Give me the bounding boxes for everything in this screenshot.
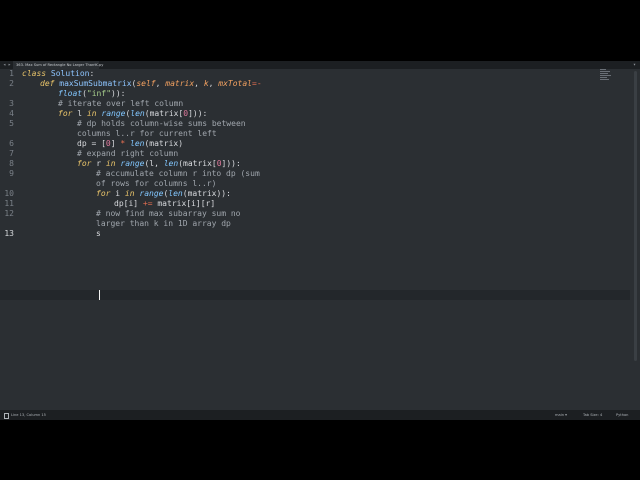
line-number: 2 bbox=[9, 79, 14, 88]
code-line: # dp holds column-wise sums between bbox=[77, 119, 246, 128]
panel-icon[interactable] bbox=[4, 413, 9, 419]
minimap[interactable] bbox=[600, 69, 614, 89]
cursor-position: Line 13, Column 15 bbox=[11, 413, 46, 417]
close-icon[interactable]: × bbox=[94, 61, 96, 69]
line-number: 8 bbox=[9, 159, 14, 168]
line-number: 11 bbox=[4, 199, 14, 208]
line-number: 9 bbox=[9, 169, 14, 178]
syntax-indicator[interactable]: Python bbox=[616, 410, 628, 420]
tab-nav-right-icon[interactable]: ▸ bbox=[8, 61, 11, 69]
line-number: 3 bbox=[9, 99, 14, 108]
text-caret bbox=[99, 290, 100, 300]
code-line: class Solution: bbox=[22, 69, 95, 78]
line-number: 1 bbox=[9, 69, 14, 78]
code-line: for r in range(l, len(matrix[0])): bbox=[77, 159, 241, 168]
code-line: dp = [0] * len(matrix) bbox=[77, 139, 184, 148]
code-line-wrap: of rows for columns l..r) bbox=[96, 179, 217, 188]
code-line: dp[i] += matrix[i][r] bbox=[114, 199, 216, 208]
code-line: # expand right column bbox=[77, 149, 179, 158]
branch-indicator[interactable]: main ▾ bbox=[555, 410, 567, 420]
tab-size-indicator[interactable]: Tab Size: 4 bbox=[583, 410, 602, 420]
file-tab-title: 363. Max Sum of Rectangle No Larger Than… bbox=[16, 63, 104, 67]
line-number: 4 bbox=[9, 109, 14, 118]
code-area[interactable]: class Solution: def maxSumSubmatrix(self… bbox=[22, 69, 622, 410]
line-number: 10 bbox=[4, 189, 14, 198]
code-line: for l in range(len(matrix[0])): bbox=[58, 109, 208, 118]
line-number: 6 bbox=[9, 139, 14, 148]
code-line: # iterate over left column bbox=[58, 99, 184, 108]
editor-window: ◂ ▸ 363. Max Sum of Rectangle No Larger … bbox=[0, 61, 640, 420]
code-line-wrap: float("inf")): bbox=[58, 89, 126, 98]
code-line: # now find max subarray sum no bbox=[96, 209, 241, 218]
file-tab[interactable]: 363. Max Sum of Rectangle No Larger Than… bbox=[13, 61, 103, 69]
code-line: for i in range(len(matrix)): bbox=[96, 189, 231, 198]
status-bar: Line 13, Column 15 main ▾ Tab Size: 4 Py… bbox=[0, 410, 640, 420]
code-line-current: s bbox=[96, 229, 101, 238]
line-number-current: 13 bbox=[4, 229, 14, 238]
line-number: 12 bbox=[4, 209, 14, 218]
code-line: # accumulate column r into dp (sum bbox=[96, 169, 260, 178]
line-number: 7 bbox=[9, 149, 14, 158]
tab-menu-icon[interactable]: ▾ bbox=[633, 61, 636, 69]
code-line-wrap: larger than k in 1D array dp bbox=[96, 219, 231, 228]
code-line: def maxSumSubmatrix(self, matrix, k, mxT… bbox=[40, 79, 262, 88]
line-number: 5 bbox=[9, 119, 14, 128]
tab-nav-left-icon[interactable]: ◂ bbox=[3, 61, 6, 69]
vertical-scrollbar[interactable] bbox=[634, 71, 637, 361]
code-line-wrap: columns l..r for current left bbox=[77, 129, 217, 138]
tab-bar: ◂ ▸ 363. Max Sum of Rectangle No Larger … bbox=[0, 61, 640, 69]
line-number-gutter: 1 2 3 4 5 6 7 8 9 10 11 12 13 bbox=[0, 69, 18, 410]
